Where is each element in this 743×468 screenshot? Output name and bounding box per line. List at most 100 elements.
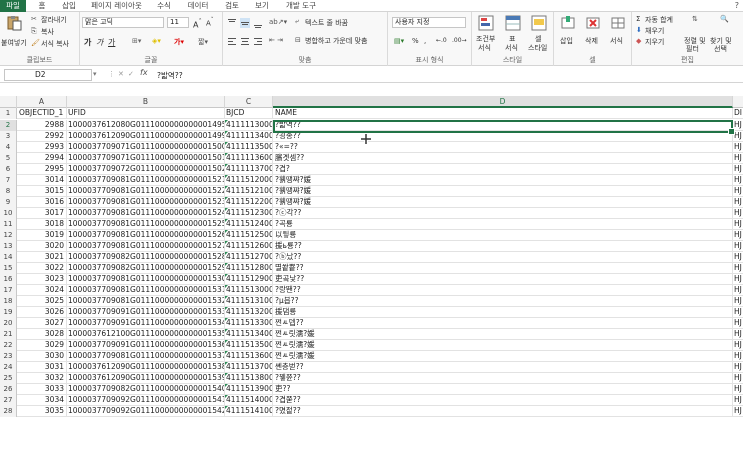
insert-cells-button[interactable]: 삽입 <box>560 36 573 46</box>
cell-bjcd[interactable]: 4111512900 <box>225 274 273 285</box>
cell-name[interactable]: ?밟역?? <box>273 120 733 131</box>
cell-bjcd[interactable]: 4111113600 <box>225 153 273 164</box>
cell-e[interactable]: HJ <box>733 329 743 340</box>
cell-e[interactable]: HJ <box>733 164 743 175</box>
cell-bjcd[interactable]: 4111514100 <box>225 406 273 417</box>
error-indicator-icon[interactable] <box>225 208 228 211</box>
clear-button[interactable]: 지우기 <box>645 37 664 47</box>
align-middle-icon[interactable] <box>240 18 250 28</box>
select-all-corner[interactable] <box>0 96 17 108</box>
cell-name[interactable]: ?μ븝?? <box>273 296 733 307</box>
bold-icon[interactable]: 가 <box>84 37 91 48</box>
tab-view[interactable]: 보기 <box>252 0 272 12</box>
error-indicator-icon[interactable] <box>225 219 228 222</box>
cell-ufid[interactable]: 1000037709081G0111000000000001525 <box>67 219 225 230</box>
row-header[interactable]: 3 <box>0 131 17 142</box>
paste-button[interactable]: 붙여넣기 <box>1 38 27 48</box>
error-indicator-icon[interactable] <box>225 241 228 244</box>
cell-ufid[interactable]: 1000037709091G0111000000000001536 <box>67 340 225 351</box>
cell-objectid[interactable]: 3032 <box>17 373 67 384</box>
font-size-select[interactable]: 11 <box>167 17 189 28</box>
cell-bjcd[interactable]: 4111513900 <box>225 384 273 395</box>
cell-bjcd[interactable]: 4111513500 <box>225 340 273 351</box>
cell-ufid[interactable]: 1000037709092G0111000000000001541 <box>67 395 225 406</box>
cell-e[interactable]: HJ <box>733 285 743 296</box>
cell-e[interactable]: HJ <box>733 395 743 406</box>
align-left-icon[interactable] <box>227 36 237 46</box>
formula-bar-handle-icon[interactable]: ⋮ <box>108 70 115 78</box>
cell-name[interactable]: 援ь룡?? <box>273 241 733 252</box>
number-format-select[interactable]: 사용자 지정 <box>392 17 466 28</box>
copy-button[interactable]: 복사 <box>41 27 54 37</box>
row-header[interactable]: 1 <box>0 108 17 119</box>
cell-bjcd[interactable]: 4111514000 <box>225 395 273 406</box>
copy-icon[interactable]: ⎘ <box>31 27 37 36</box>
error-indicator-icon[interactable] <box>225 263 228 266</box>
comma-icon[interactable]: , <box>424 37 426 45</box>
cell-bjcd[interactable]: 4111512000 <box>225 175 273 186</box>
cell-e[interactable]: HJ <box>733 120 743 131</box>
fill-color-icon[interactable]: ◈▾ <box>152 37 161 45</box>
error-indicator-icon[interactable] <box>225 252 228 255</box>
cell-name[interactable]: ?휅땡쨔?媛 <box>273 197 733 208</box>
error-indicator-icon[interactable] <box>225 142 228 145</box>
cell-objectid[interactable]: 2988 <box>17 120 67 131</box>
cell-name[interactable]: 吏곸낯?? <box>273 274 733 285</box>
format-cells-button[interactable]: 서식 <box>610 36 623 46</box>
cell-bjcd[interactable]: 4111513700 <box>225 362 273 373</box>
cell-name[interactable]: ?ⓒ각?? <box>273 208 733 219</box>
cell-name[interactable]: 援댐룡 <box>273 307 733 318</box>
delete-cells-button[interactable]: 삭제 <box>585 36 598 46</box>
row-header[interactable]: 11 <box>0 219 17 230</box>
cell-objectid[interactable]: 3019 <box>17 230 67 241</box>
error-indicator-icon[interactable] <box>225 406 228 409</box>
cell-bjcd[interactable]: 4111113000 <box>225 120 273 131</box>
cell-objectid[interactable]: 3035 <box>17 406 67 417</box>
cell-ufid[interactable]: 1000037709091G0111000000000001534 <box>67 318 225 329</box>
cell-bjcd[interactable]: 4111512500 <box>225 230 273 241</box>
cell-e[interactable]: HJ <box>733 230 743 241</box>
cell-bjcd[interactable]: 4111513200 <box>225 307 273 318</box>
header-cell-e[interactable]: DI <box>733 108 743 119</box>
cell-bjcd[interactable]: 4111113500 <box>225 142 273 153</box>
cell-bjcd[interactable]: 4111512200 <box>225 197 273 208</box>
cell-bjcd[interactable]: 4111113400 <box>225 131 273 142</box>
format-table-icon[interactable] <box>505 15 521 31</box>
cell-objectid[interactable]: 2993 <box>17 142 67 153</box>
row-header[interactable]: 17 <box>0 285 17 296</box>
column-header-d[interactable]: D <box>273 96 733 108</box>
cell-e[interactable]: HJ <box>733 384 743 395</box>
cell-bjcd[interactable]: 4111512100 <box>225 186 273 197</box>
cell-objectid[interactable]: 3018 <box>17 219 67 230</box>
cell-e[interactable]: HJ <box>733 406 743 417</box>
cell-objectid[interactable]: 3025 <box>17 296 67 307</box>
error-indicator-icon[interactable] <box>225 285 228 288</box>
indent-icons[interactable]: ⇤ ⇥ <box>269 36 283 44</box>
cell-bjcd[interactable]: 4111512400 <box>225 219 273 230</box>
cell-e[interactable]: HJ <box>733 241 743 252</box>
row-header[interactable]: 13 <box>0 241 17 252</box>
row-header[interactable]: 22 <box>0 340 17 351</box>
error-indicator-icon[interactable] <box>225 274 228 277</box>
conditional-format-icon[interactable] <box>478 15 494 31</box>
error-indicator-icon[interactable] <box>225 307 228 310</box>
row-header[interactable]: 19 <box>0 307 17 318</box>
cell-objectid[interactable]: 3028 <box>17 329 67 340</box>
cell-ufid[interactable]: 1000037709082G0111000000000001529 <box>67 263 225 274</box>
error-indicator-icon[interactable] <box>225 395 228 398</box>
cell-name[interactable]: ?«=?? <box>273 142 733 153</box>
cell-ufid[interactable]: 1000037709071G0111000000000001501 <box>67 153 225 164</box>
cell-name[interactable]: 쩐ㅻ릿濡?媛 <box>273 340 733 351</box>
error-indicator-icon[interactable] <box>225 373 228 376</box>
cell-name[interactable]: 쩐ㅻ뎁?? <box>273 318 733 329</box>
cell-objectid[interactable]: 3014 <box>17 175 67 186</box>
cell-e[interactable]: HJ <box>733 131 743 142</box>
cell-ufid[interactable]: 1000037612090G0111000000000001538 <box>67 362 225 373</box>
cell-e[interactable]: HJ <box>733 153 743 164</box>
decrease-decimal-icon[interactable]: .00→ <box>452 37 467 44</box>
wrap-text-button[interactable]: 텍스트 줄 바꿈 <box>305 18 348 28</box>
cell-name[interactable]: 쩐ㅻ릿濡?媛 <box>273 329 733 340</box>
cell-ufid[interactable]: 1000037709081G0111000000000001522 <box>67 186 225 197</box>
cell-bjcd[interactable]: 4111513000 <box>225 285 273 296</box>
cell-ufid[interactable]: 1000037709081G0111000000000001527 <box>67 241 225 252</box>
